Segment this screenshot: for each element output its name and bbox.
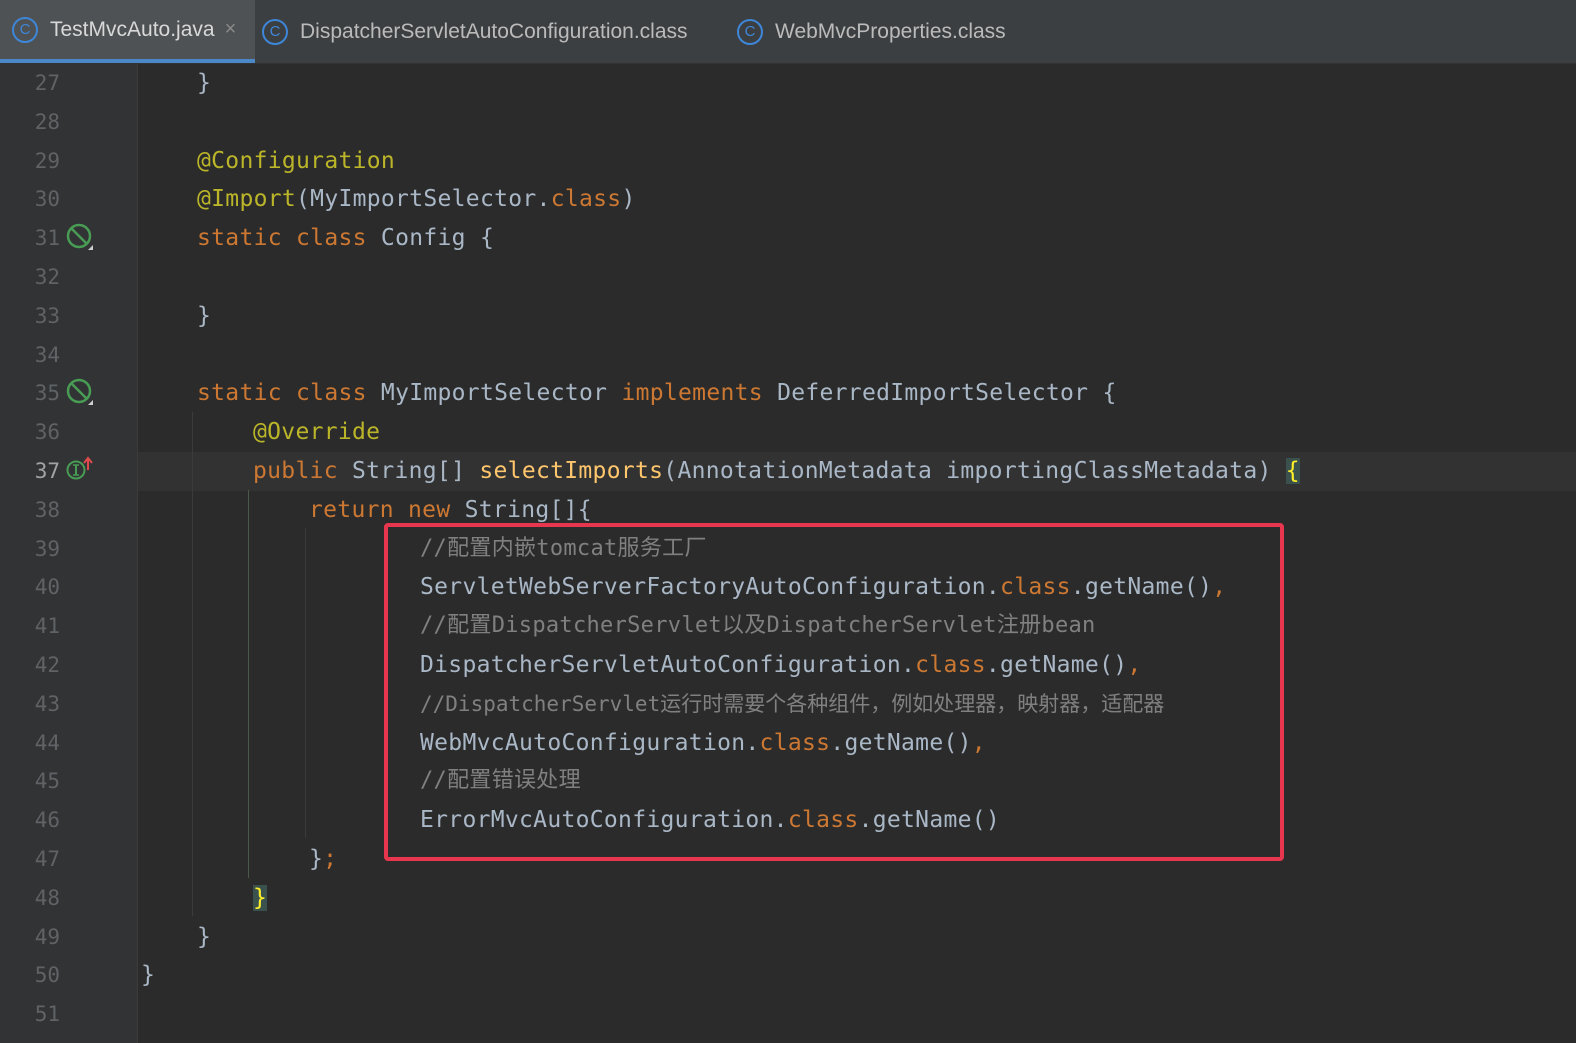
code-line-29[interactable]: @Configuration [197, 142, 395, 181]
no-usages-icon[interactable] [66, 378, 94, 406]
class-icon: C [12, 16, 38, 43]
code-line-30[interactable]: @Import(MyImportSelector.class) [197, 180, 636, 219]
line-number: 30 [34, 187, 60, 212]
code-line-48[interactable]: } [253, 879, 268, 918]
line-number: 28 [34, 109, 60, 134]
line-number: 36 [34, 420, 60, 445]
line-number-current: 37 [34, 459, 60, 483]
line-number: 51 [34, 1002, 60, 1027]
class-icon: C [262, 18, 288, 45]
indent-guide [192, 412, 193, 916]
line-number: 32 [34, 265, 60, 289]
code-line-50[interactable]: } [141, 956, 155, 995]
highlight-annotation-box [384, 523, 1284, 861]
line-number: 42 [34, 653, 60, 677]
code-line-33[interactable]: } [197, 297, 211, 336]
line-number-gutter[interactable]: 27 28 29 30 31 32 33 34 35 36 37 38 39 4… [0, 64, 138, 1043]
code-line-35[interactable]: static class MyImportSelector implements… [197, 374, 1117, 413]
line-number: 47 [34, 847, 60, 871]
line-number: 43 [34, 691, 60, 716]
close-icon[interactable]: × [225, 18, 237, 41]
code-line-27[interactable]: } [197, 64, 211, 103]
indent-guide [305, 528, 306, 838]
line-number: 48 [34, 885, 60, 910]
implements-method-icon[interactable] [66, 456, 94, 484]
code-line-31[interactable]: static class Config { [197, 219, 494, 258]
line-number: 40 [34, 575, 60, 600]
tab-label: TestMvcAuto.java [50, 17, 215, 41]
class-icon: C [737, 18, 763, 45]
no-usages-icon[interactable] [66, 223, 94, 251]
code-line-36[interactable]: @Override [253, 413, 380, 452]
line-number: 27 [34, 71, 60, 95]
tab-label: DispatcherServletAutoConfiguration.class [300, 19, 688, 43]
code-line-47[interactable]: }; [309, 840, 337, 879]
line-number: 33 [34, 303, 60, 328]
line-number: 45 [34, 769, 60, 794]
line-number: 50 [34, 963, 60, 988]
editor-tab-bar: C TestMvcAuto.java × C DispatcherServlet… [0, 0, 1576, 64]
line-number: 35 [34, 381, 60, 406]
line-number: 38 [34, 497, 60, 522]
line-number: 49 [34, 924, 60, 949]
code-line-37[interactable]: public String[] selectImports(Annotation… [253, 452, 1300, 491]
tab-webmvcproperties[interactable]: C WebMvcProperties.class [737, 0, 1057, 63]
line-number: 44 [34, 730, 60, 755]
tab-testmvcauto[interactable]: C TestMvcAuto.java × [0, 0, 255, 63]
line-number: 46 [34, 808, 60, 833]
code-line-49[interactable]: } [197, 918, 211, 957]
tab-dispatcherservletautoconfiguration[interactable]: C DispatcherServletAutoConfiguration.cla… [262, 0, 722, 63]
line-number: 39 [34, 536, 60, 561]
line-number: 29 [34, 148, 60, 173]
line-number: 34 [34, 342, 60, 367]
line-number: 41 [34, 614, 60, 639]
line-number: 31 [34, 226, 60, 251]
tab-label: WebMvcProperties.class [775, 19, 1006, 43]
indent-guide [248, 490, 249, 878]
